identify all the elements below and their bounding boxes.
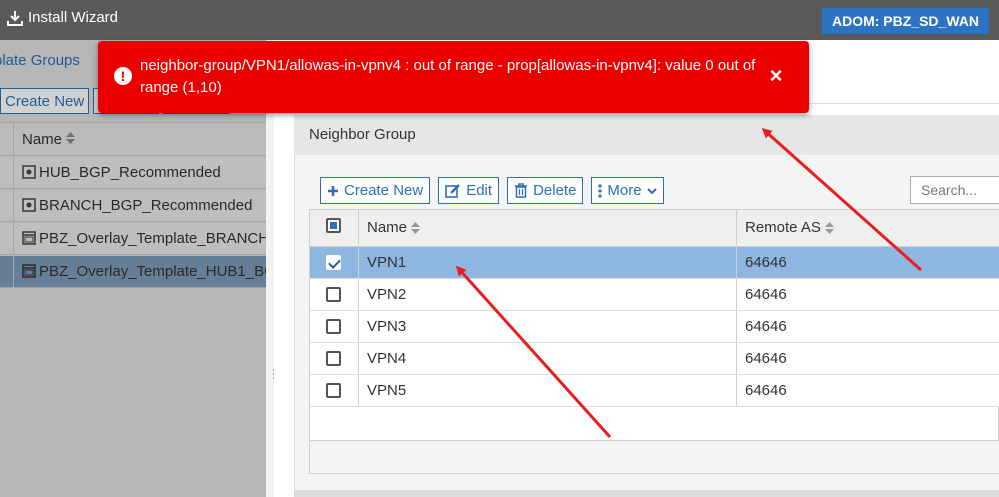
row-name: VPN1 (367, 254, 407, 271)
row-checkbox[interactable] (326, 319, 341, 334)
row-remote-as: 64646 (745, 254, 787, 271)
section-title: Neighbor Group (309, 126, 416, 143)
more-dropdown-button[interactable]: More (591, 177, 664, 204)
row-checkbox-checked[interactable] (326, 255, 341, 270)
create-new-label: Create New (344, 182, 424, 199)
neighbor-group-section-header[interactable]: Neighbor Group (294, 115, 999, 155)
row-checkbox[interactable] (326, 287, 341, 302)
select-all-cell (310, 210, 359, 246)
row-checkbox[interactable] (326, 351, 341, 366)
edit-icon (445, 183, 461, 198)
sort-icon (824, 221, 834, 234)
table-row[interactable]: VPN5 64646 (310, 375, 999, 407)
top-bar: Install Wizard ADOM: PBZ_SD_WAN (0, 0, 999, 40)
error-message: neighbor-group/VPN1/allowas-in-vpnv4 : o… (140, 57, 756, 96)
search-input[interactable] (910, 176, 999, 204)
row-name: VPN2 (367, 286, 407, 303)
section-bottom-bar (294, 490, 999, 497)
name-column-header[interactable]: Name (359, 210, 737, 246)
row-name: VPN4 (367, 350, 407, 367)
table-row[interactable]: VPN2 64646 (310, 279, 999, 311)
table-row[interactable]: VPN3 64646 (310, 311, 999, 343)
create-new-button[interactable]: Create New (320, 177, 431, 204)
row-remote-as: 64646 (745, 382, 787, 399)
table-row[interactable]: VPN4 64646 (310, 343, 999, 375)
close-icon[interactable]: × (766, 65, 786, 87)
error-toast: ! neighbor-group/VPN1/allowas-in-vpnv4 :… (98, 41, 809, 113)
row-remote-as: 64646 (745, 318, 787, 335)
neighbor-group-toolbar: Create New Edit Delete More (320, 177, 664, 204)
download-icon (7, 10, 23, 26)
adom-badge[interactable]: ADOM: PBZ_SD_WAN (821, 8, 989, 34)
error-icon: ! (114, 67, 132, 85)
remote-as-column-header[interactable]: Remote AS (737, 210, 999, 246)
delete-button[interactable]: Delete (507, 177, 584, 204)
sort-icon (411, 221, 421, 234)
row-remote-as: 64646 (745, 286, 787, 303)
remote-as-header-label: Remote AS (745, 219, 821, 236)
row-name: VPN5 (367, 382, 407, 399)
install-wizard-label: Install Wizard (28, 9, 119, 26)
row-checkbox[interactable] (326, 383, 341, 398)
delete-label: Delete (533, 182, 577, 199)
plus-icon (328, 185, 338, 196)
vertical-ellipsis-icon (598, 183, 603, 198)
table-footer (310, 440, 999, 473)
row-name: VPN3 (367, 318, 407, 335)
more-label: More (607, 182, 642, 199)
edit-button[interactable]: Edit (438, 177, 500, 204)
trash-icon (515, 183, 528, 198)
row-remote-as: 64646 (745, 350, 787, 367)
install-wizard-button[interactable]: Install Wizard (7, 9, 118, 26)
table-header: Name Remote AS (310, 210, 999, 247)
chevron-down-icon (646, 187, 657, 194)
name-header-label: Name (367, 219, 408, 236)
select-all-checkbox[interactable] (326, 218, 341, 233)
table-row-selected[interactable]: VPN1 64646 (310, 247, 999, 279)
edit-label: Edit (466, 182, 493, 199)
neighbor-group-table: Name Remote AS VPN1 64646 VPN2 64646 VPN… (309, 209, 999, 474)
